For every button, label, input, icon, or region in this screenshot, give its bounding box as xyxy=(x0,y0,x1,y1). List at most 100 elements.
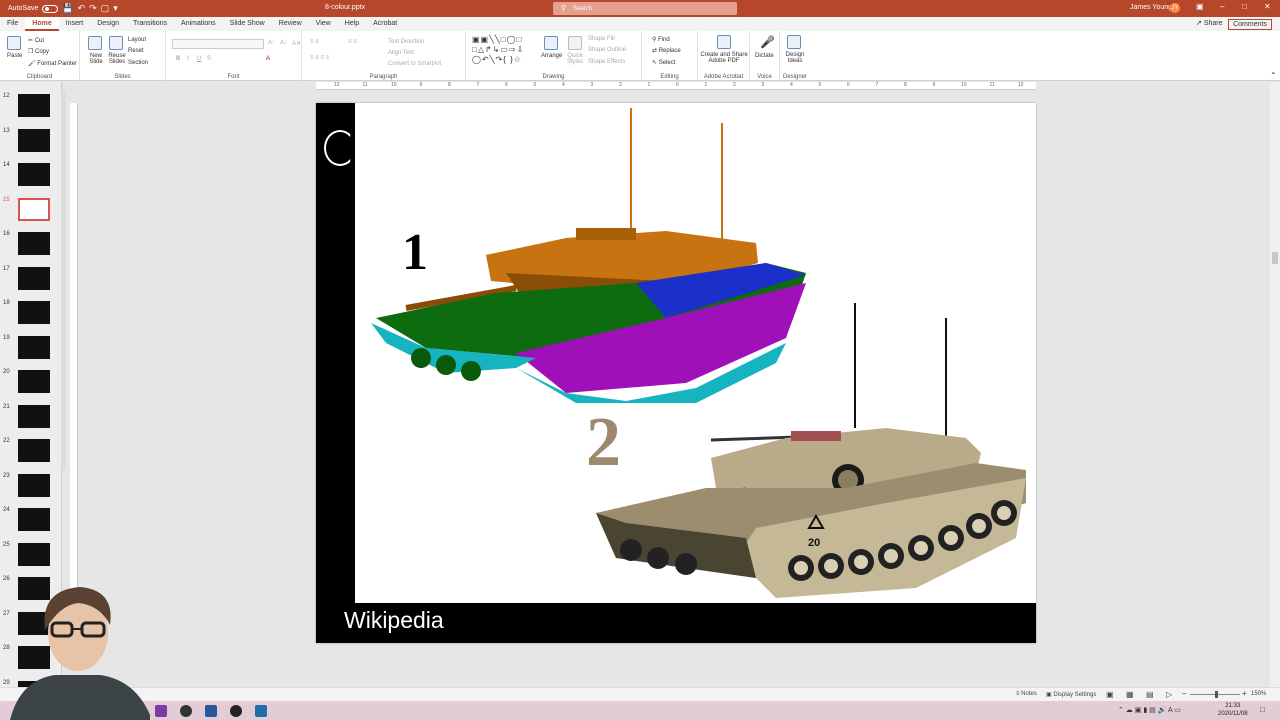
collapse-ribbon-icon[interactable]: ⌃ xyxy=(1270,71,1277,80)
redo-icon[interactable]: ↷ xyxy=(89,3,97,14)
slide-thumbnail[interactable] xyxy=(18,128,50,152)
shape-outline-button[interactable]: Shape Outline xyxy=(588,47,626,53)
reset-button[interactable]: Reset xyxy=(128,48,144,54)
tab-help[interactable]: Help xyxy=(338,17,366,31)
present-icon[interactable]: ▢ xyxy=(101,3,110,14)
tab-file[interactable]: File xyxy=(0,17,25,31)
microphone-icon[interactable]: 🎤 xyxy=(760,35,775,49)
app-icon-2[interactable] xyxy=(205,705,217,717)
create-share-pdf-button[interactable]: Create and Share Adobe PDF xyxy=(700,52,748,64)
quick-styles-icon[interactable] xyxy=(568,36,582,50)
undo-icon[interactable]: ↶ xyxy=(78,3,86,14)
convert-smartart-button[interactable]: Convert to SmartArt xyxy=(388,61,441,67)
section-button[interactable]: Section xyxy=(128,60,148,66)
maximize-icon[interactable]: □ xyxy=(1242,2,1247,11)
shapes-gallery-row3[interactable]: ◯↶╲↷{ }☆ xyxy=(472,55,522,64)
underline-button[interactable]: U xyxy=(197,56,201,62)
format-painter-button[interactable]: 🖌 Format Painter xyxy=(28,60,77,67)
font-color-icon[interactable]: A xyxy=(266,56,270,62)
close-icon[interactable]: ✕ xyxy=(1264,2,1271,11)
system-tray-icons[interactable]: ⌃ ☁ ▣ ▮ ▤ 🔊 A ▭ xyxy=(1118,706,1181,714)
copy-button[interactable]: ❐ Copy xyxy=(28,48,49,55)
clear-format-icon[interactable]: A✕ xyxy=(292,40,301,47)
slide-scrollbar[interactable] xyxy=(1270,82,1280,687)
align-icons[interactable]: ≡ ≡ ≡ ≡ xyxy=(310,55,329,61)
dictate-button[interactable]: Dictate xyxy=(755,53,774,59)
design-ideas-button[interactable]: Design Ideas xyxy=(783,52,807,64)
slide-thumbnail[interactable] xyxy=(18,439,50,462)
decrease-font-icon[interactable]: A↓ xyxy=(280,40,287,46)
adobe-pdf-icon[interactable] xyxy=(717,35,731,49)
layout-button[interactable]: Layout xyxy=(128,37,146,43)
shape-fill-button[interactable]: Shape Fill xyxy=(588,36,615,42)
notification-icon[interactable]: □ xyxy=(1260,705,1265,714)
save-icon[interactable]: 💾 xyxy=(62,3,73,14)
user-name[interactable]: James Young xyxy=(1130,4,1172,11)
slide-caption[interactable]: Wikipedia xyxy=(344,607,444,634)
zoom-in-icon[interactable]: + xyxy=(1242,689,1247,698)
replace-button[interactable]: ⇄ Replace xyxy=(652,47,681,54)
arrange-icon[interactable] xyxy=(544,36,558,50)
reuse-slides-button[interactable]: Reuse Slides xyxy=(106,53,128,65)
tab-view[interactable]: View xyxy=(309,17,338,31)
slide-thumbnail[interactable] xyxy=(18,301,50,324)
increase-font-icon[interactable]: A↑ xyxy=(268,40,275,46)
slide-thumbnail[interactable] xyxy=(18,542,50,566)
app-icon-4[interactable] xyxy=(255,705,267,717)
scrollbar-thumb[interactable] xyxy=(1272,252,1278,264)
app-icon-1[interactable] xyxy=(180,705,192,717)
app-icon-3[interactable] xyxy=(230,705,242,717)
tab-insert[interactable]: Insert xyxy=(59,17,91,31)
slide-thumbnail[interactable] xyxy=(18,163,50,186)
notes-pane[interactable] xyxy=(66,655,1271,685)
quick-styles-button[interactable]: Quick Styles xyxy=(566,53,584,65)
font-name-select[interactable] xyxy=(172,39,264,49)
bold-button[interactable]: B xyxy=(176,56,180,62)
slide-thumbnail[interactable] xyxy=(18,404,50,428)
bullets-icon[interactable]: ≡ ≡ xyxy=(310,39,319,45)
zoom-slider-handle[interactable] xyxy=(1215,691,1218,698)
reading-view-icon[interactable]: ▤ xyxy=(1146,690,1154,699)
find-button[interactable]: ⚲ Find xyxy=(652,36,670,43)
tab-design[interactable]: Design xyxy=(90,17,126,31)
align-text-button[interactable]: Align Text xyxy=(388,50,414,56)
reuse-slides-icon[interactable] xyxy=(109,36,123,50)
notes-button[interactable]: ≡ Notes xyxy=(1016,691,1037,697)
slide-thumbnail[interactable] xyxy=(18,266,50,290)
minimize-icon[interactable]: – xyxy=(1220,2,1224,11)
tab-slide-show[interactable]: Slide Show xyxy=(223,17,272,31)
slide-sorter-icon[interactable]: ▦ xyxy=(1126,690,1134,699)
tank-2-image[interactable]: 20 xyxy=(586,298,1036,603)
slide-thumbnail[interactable] xyxy=(18,197,50,221)
slide-thumbnail[interactable] xyxy=(18,508,50,531)
autosave-toggle[interactable] xyxy=(42,4,59,13)
shapes-gallery-row2[interactable]: □△↱↳▭⇨⇩ xyxy=(472,45,524,54)
design-ideas-icon[interactable] xyxy=(787,35,801,49)
tab-acrobat[interactable]: Acrobat xyxy=(366,17,404,31)
shape-effects-button[interactable]: Shape Effects xyxy=(588,59,625,65)
cut-button[interactable]: ✂ Cut xyxy=(28,37,44,44)
italic-button[interactable]: I xyxy=(187,56,189,62)
zoom-out-icon[interactable]: – xyxy=(1182,689,1186,698)
customize-qat-icon[interactable]: ▾ xyxy=(113,3,118,14)
paste-icon[interactable] xyxy=(7,36,21,50)
comments-button[interactable]: Comments xyxy=(1228,19,1272,30)
indent-icon[interactable]: ≡ ≡ xyxy=(348,39,357,45)
tab-review[interactable]: Review xyxy=(272,17,309,31)
display-settings-button[interactable]: ▣ Display Settings xyxy=(1046,691,1096,698)
slide-thumbnail[interactable] xyxy=(18,232,50,255)
share-button[interactable]: ↗ Share xyxy=(1196,19,1223,27)
taskbar-clock[interactable]: 21:33 2020/11/08 xyxy=(1218,702,1248,718)
tab-animations[interactable]: Animations xyxy=(174,17,223,31)
avatar[interactable]: JY xyxy=(1170,3,1180,13)
text-direction-button[interactable]: Text Direction xyxy=(388,39,424,45)
slide-thumbnail[interactable] xyxy=(18,473,50,497)
zoom-level[interactable]: 150% xyxy=(1251,691,1266,697)
slide-thumbnail[interactable] xyxy=(18,335,50,359)
ribbon-display-icon[interactable]: ▣ xyxy=(1196,2,1204,11)
slide-canvas[interactable]: 1 2 20 Wikipedia xyxy=(316,103,1036,643)
strikethrough-button[interactable]: S xyxy=(207,56,211,62)
select-button[interactable]: ↖ Select xyxy=(652,59,675,66)
new-slide-icon[interactable] xyxy=(88,36,102,50)
normal-view-icon[interactable]: ▣ xyxy=(1106,690,1114,699)
